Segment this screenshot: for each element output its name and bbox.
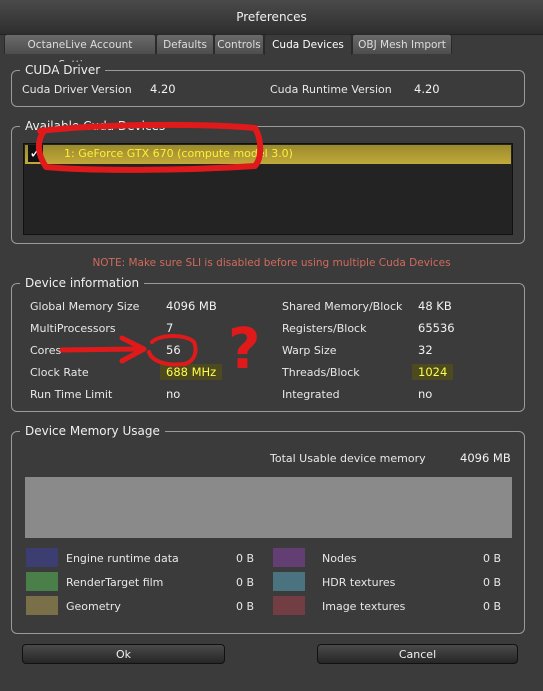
question-mark-annotation: ?: [228, 317, 260, 382]
cores-circle-annotation: [147, 334, 198, 367]
device-circle-annotation: [36, 121, 264, 173]
arrow-shaft-annotation: [59, 346, 141, 353]
annotation-overlay: ?: [36, 121, 264, 382]
